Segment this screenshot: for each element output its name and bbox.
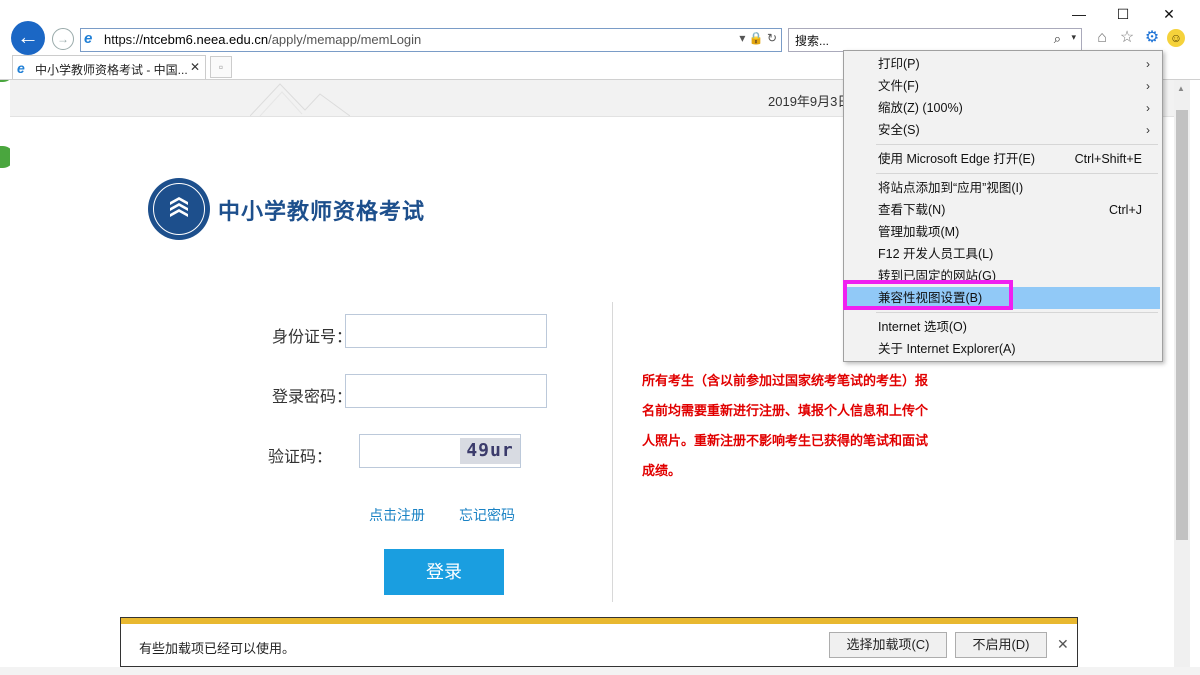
menu-item-label: 将站点添加到“应用”视图(I) <box>878 181 1024 195</box>
annotation-highlight-box <box>843 280 1013 310</box>
register-link[interactable]: 点击注册 <box>369 505 425 525</box>
menu-item-file[interactable]: 文件(F) › <box>846 75 1160 97</box>
id-number-input[interactable] <box>345 314 547 348</box>
minimize-button[interactable]: — <box>1066 4 1092 24</box>
home-icon[interactable]: ⌂ <box>1092 28 1112 48</box>
close-icon[interactable]: ✕ <box>190 60 200 74</box>
chevron-right-icon: › <box>1146 57 1150 71</box>
scrollbar-thumb[interactable] <box>1176 110 1188 540</box>
address-tools[interactable]: ▾ 🔒 ↻ <box>739 31 777 45</box>
ie-logo-icon: e <box>84 30 93 47</box>
captcha-image[interactable]: 49ur <box>460 438 520 464</box>
disable-addons-button[interactable]: 不启用(D) <box>955 632 1047 658</box>
star-icon[interactable]: ☆ <box>1117 28 1137 48</box>
menu-item-label: F12 开发人员工具(L) <box>878 247 994 261</box>
divider <box>612 302 613 602</box>
address-url[interactable]: https://ntcebm6.neea.edu.cn/apply/memapp… <box>104 32 421 47</box>
forward-button[interactable]: → <box>52 28 74 50</box>
menu-item-label: 关于 Internet Explorer(A) <box>878 342 1016 356</box>
menu-item-dev-tools[interactable]: F12 开发人员工具(L) <box>846 243 1160 265</box>
menu-item-open-edge[interactable]: 使用 Microsoft Edge 打开(E) Ctrl+Shift+E <box>846 148 1160 170</box>
menu-item-print[interactable]: 打印(P) › <box>846 53 1160 75</box>
mountain-decoration <box>250 83 350 116</box>
menu-item-label: 打印(P) <box>878 57 920 71</box>
menu-separator <box>876 173 1158 174</box>
smiley-icon[interactable]: ☺ <box>1167 29 1185 47</box>
date-text: 2019年9月3日 <box>768 94 851 109</box>
chevron-right-icon: › <box>1146 79 1150 93</box>
menu-item-safety[interactable]: 安全(S) › <box>846 119 1160 141</box>
taskbar-strip <box>0 667 1200 675</box>
chevron-right-icon: › <box>1146 101 1150 115</box>
search-icon[interactable]: ⌕ <box>1054 31 1061 47</box>
menu-separator <box>876 312 1158 313</box>
ie-logo-icon: e <box>17 60 25 76</box>
menu-item-label: 缩放(Z) (100%) <box>878 101 963 115</box>
password-label: 登录密码： <box>271 389 352 406</box>
forgot-password-link[interactable]: 忘记密码 <box>459 505 515 525</box>
book-stack-icon <box>170 197 188 217</box>
tools-menu: 打印(P) › 文件(F) › 缩放(Z) (100%) › 安全(S) › 使… <box>843 50 1163 362</box>
address-bar[interactable]: e https://ntcebm6.neea.edu.cn/apply/mema… <box>80 28 782 52</box>
menu-item-zoom[interactable]: 缩放(Z) (100%) › <box>846 97 1160 119</box>
menu-separator <box>876 144 1158 145</box>
back-button[interactable]: ← <box>11 21 45 55</box>
menu-item-shortcut: Ctrl+J <box>1109 203 1142 217</box>
menu-item-internet-options[interactable]: Internet 选项(O) <box>846 316 1160 338</box>
new-tab-button[interactable]: ▫ <box>210 56 232 78</box>
menu-item-shortcut: Ctrl+Shift+E <box>1074 152 1142 166</box>
menu-item-label: 管理加载项(M) <box>878 225 960 239</box>
url-path: /apply/memapp/memLogin <box>268 32 422 47</box>
tab-active[interactable]: e 中小学教师资格考试 - 中国... ✕ <box>12 55 206 80</box>
registration-notice: 所有考生（含以前参加过国家统考笔试的考生）报名前均需要重新进行注册、填报个人信息… <box>642 373 929 478</box>
menu-item-label: Internet 选项(O) <box>878 320 967 334</box>
menu-item-label: 文件(F) <box>878 79 919 93</box>
url-host: ntcebm6.neea.edu.cn <box>143 32 269 47</box>
captcha-label: 验证码： <box>267 449 332 466</box>
choose-addons-button[interactable]: 选择加载项(C) <box>829 632 947 658</box>
tab-title: 中小学教师资格考试 - 中国... <box>35 63 188 77</box>
notification-stripe <box>121 618 1077 624</box>
chevron-right-icon: › <box>1146 123 1150 137</box>
site-logo[interactable] <box>148 178 210 240</box>
login-button[interactable]: 登录 <box>384 549 504 595</box>
search-input[interactable]: 搜索... <box>795 32 829 49</box>
menu-item-label: 使用 Microsoft Edge 打开(E) <box>878 152 1035 166</box>
gear-icon[interactable]: ⚙ <box>1142 28 1162 48</box>
menu-item-label: 安全(S) <box>878 123 920 137</box>
menu-item-add-to-apps[interactable]: 将站点添加到“应用”视图(I) <box>846 177 1160 199</box>
id-number-label: 身份证号： <box>271 329 352 346</box>
scroll-up-icon[interactable]: ▲ <box>1177 84 1185 93</box>
menu-item-label: 查看下载(N) <box>878 203 946 217</box>
password-input[interactable] <box>345 374 547 408</box>
menu-item-manage-addons[interactable]: 管理加载项(M) <box>846 221 1160 243</box>
url-scheme: https:// <box>104 32 144 47</box>
menu-item-about-ie[interactable]: 关于 Internet Explorer(A) <box>846 338 1160 360</box>
menu-item-downloads[interactable]: 查看下载(N) Ctrl+J <box>846 199 1160 221</box>
chevron-down-icon[interactable]: ▾ <box>1071 32 1076 43</box>
site-title: 中小学教师资格考试 <box>218 199 426 224</box>
maximize-button[interactable]: ☐ <box>1110 4 1136 24</box>
notification-text: 有些加载项已经可以使用。 <box>139 641 296 656</box>
close-window-button[interactable]: ✕ <box>1156 4 1182 24</box>
close-icon[interactable]: ✕ <box>1057 636 1069 653</box>
addon-notification-bar: 有些加载项已经可以使用。 选择加载项(C) 不启用(D) ✕ <box>120 617 1078 667</box>
search-box[interactable]: 搜索... ⌕ ▾ <box>788 28 1082 52</box>
